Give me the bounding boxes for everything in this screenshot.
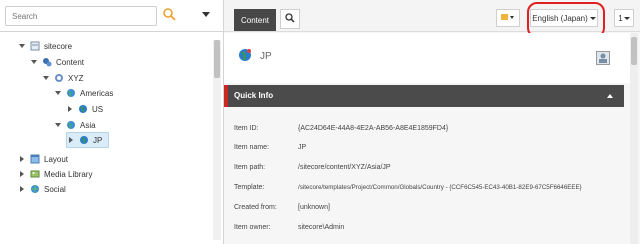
editor-toolbar: Content English (Japan) 1 xyxy=(224,0,640,38)
collapsed-arrow-icon[interactable] xyxy=(66,105,74,113)
info-row-template: Template: /sitecore/templates/Project/Co… xyxy=(234,184,582,196)
folder-icon xyxy=(501,13,515,23)
database-icon xyxy=(30,41,40,51)
chevron-up-icon[interactable] xyxy=(606,92,614,100)
social-icon xyxy=(30,184,40,194)
quick-info-title: Quick Info xyxy=(234,91,274,100)
search-icon[interactable] xyxy=(162,6,178,24)
globe-icon xyxy=(66,88,76,98)
info-value: JP xyxy=(298,144,307,151)
info-row-item-path: Item path: /sitecore/content/XYZ/Asia/JP xyxy=(234,164,391,176)
info-key: Template: xyxy=(234,184,265,191)
tree-node-us[interactable]: US xyxy=(66,101,103,117)
tree-node-label: Layout xyxy=(44,154,69,164)
search-icon xyxy=(285,13,295,25)
content-tree-pane: sitecore Content XYZ Americas xyxy=(0,0,224,244)
media-icon xyxy=(30,169,40,179)
expanded-arrow-icon[interactable] xyxy=(42,74,50,82)
tree-node-label: XYZ xyxy=(68,73,84,83)
tree-node-jp[interactable]: JP xyxy=(66,132,110,148)
search-tab[interactable] xyxy=(280,9,300,29)
editor-scrollbar[interactable] xyxy=(630,33,638,244)
info-value: {AC24D64E-44A8-4E2A-AB56-A8E4E1859FD4} xyxy=(298,125,449,132)
tree-node-social[interactable]: Social xyxy=(18,181,66,197)
content-editor: sitecore Content XYZ Americas xyxy=(0,0,640,244)
expanded-arrow-icon[interactable] xyxy=(54,121,62,129)
tree-scrollbar[interactable] xyxy=(213,40,221,240)
layout-icon xyxy=(30,154,40,164)
section-accent xyxy=(224,85,228,107)
content-icon xyxy=(42,57,52,67)
site-icon xyxy=(54,73,64,83)
info-value: sitecore\Admin xyxy=(298,224,345,231)
tab-content[interactable]: Content xyxy=(234,9,276,31)
tree-node-label: Content xyxy=(56,57,85,67)
collapsed-arrow-icon[interactable] xyxy=(67,136,75,144)
info-row-item-name: Item name: JP xyxy=(234,144,306,156)
tree-node-americas[interactable]: Americas xyxy=(54,85,113,101)
globe-icon xyxy=(79,135,89,145)
info-row-item-id: Item ID: {AC24D64E-44A8-4E2A-AB56-A8E4E1… xyxy=(234,125,448,137)
info-row-item-owner: Item owner: sitecore\Admin xyxy=(234,224,344,236)
editor-scrollbar-thumb[interactable] xyxy=(631,37,637,65)
info-value: [unknown] xyxy=(298,204,330,211)
avatar[interactable] xyxy=(596,51,610,65)
tree-node-label: Social xyxy=(44,184,66,194)
globe-icon xyxy=(238,48,252,62)
tree-node-xyz[interactable]: XYZ xyxy=(42,70,84,86)
tree-node-label: JP xyxy=(93,135,103,145)
info-key: Created from: xyxy=(234,204,277,211)
search-input[interactable] xyxy=(5,6,157,26)
tree-node-layout[interactable]: Layout xyxy=(18,151,68,167)
tree-node-label: Asia xyxy=(80,120,96,130)
item-title: JP xyxy=(260,51,272,62)
tree-node-sitecore[interactable]: sitecore xyxy=(18,38,72,54)
tree-node-media-library[interactable]: Media Library xyxy=(18,166,92,182)
versions-button[interactable] xyxy=(496,9,520,27)
expanded-arrow-icon[interactable] xyxy=(30,58,38,66)
editor-pane: Content English (Japan) 1 JP Quick Info … xyxy=(224,0,640,244)
info-key: Item owner: xyxy=(234,224,271,231)
tree-search-bar xyxy=(0,0,224,32)
info-value: /sitecore/content/XYZ/Asia/JP xyxy=(298,164,391,171)
quick-info-body: Item ID: {AC24D64E-44A8-4E2A-AB56-A8E4E1… xyxy=(224,107,624,244)
version-number-button[interactable]: 1 xyxy=(614,9,634,27)
info-row-created-from: Created from: [unknown] xyxy=(234,204,330,216)
chevron-down-icon[interactable] xyxy=(200,9,212,19)
tree-node-label: Americas xyxy=(80,88,114,98)
expanded-arrow-icon[interactable] xyxy=(18,42,26,50)
expanded-arrow-icon[interactable] xyxy=(54,89,62,97)
tree-node-label: US xyxy=(92,104,104,114)
info-key: Item ID: xyxy=(234,125,259,132)
tree-node-content[interactable]: Content xyxy=(30,54,84,70)
version-number: 1 xyxy=(618,13,623,23)
tree-scrollbar-thumb[interactable] xyxy=(214,40,220,78)
tree-node-label: Media Library xyxy=(44,169,93,179)
collapsed-arrow-icon[interactable] xyxy=(18,155,26,163)
caret-down-icon xyxy=(623,14,630,23)
info-key: Item name: xyxy=(234,144,270,151)
collapsed-arrow-icon[interactable] xyxy=(18,170,26,178)
collapsed-arrow-icon[interactable] xyxy=(18,185,26,193)
globe-icon xyxy=(66,120,76,130)
quick-info-header[interactable]: Quick Info xyxy=(224,85,624,107)
item-header: JP xyxy=(224,33,630,83)
info-value: /sitecore/templates/Project/Common/Globa… xyxy=(298,184,582,191)
info-key: Item path: xyxy=(234,164,266,171)
tree-node-asia[interactable]: Asia xyxy=(54,117,96,133)
tree-node-label: sitecore xyxy=(44,41,73,51)
globe-icon xyxy=(78,104,88,114)
